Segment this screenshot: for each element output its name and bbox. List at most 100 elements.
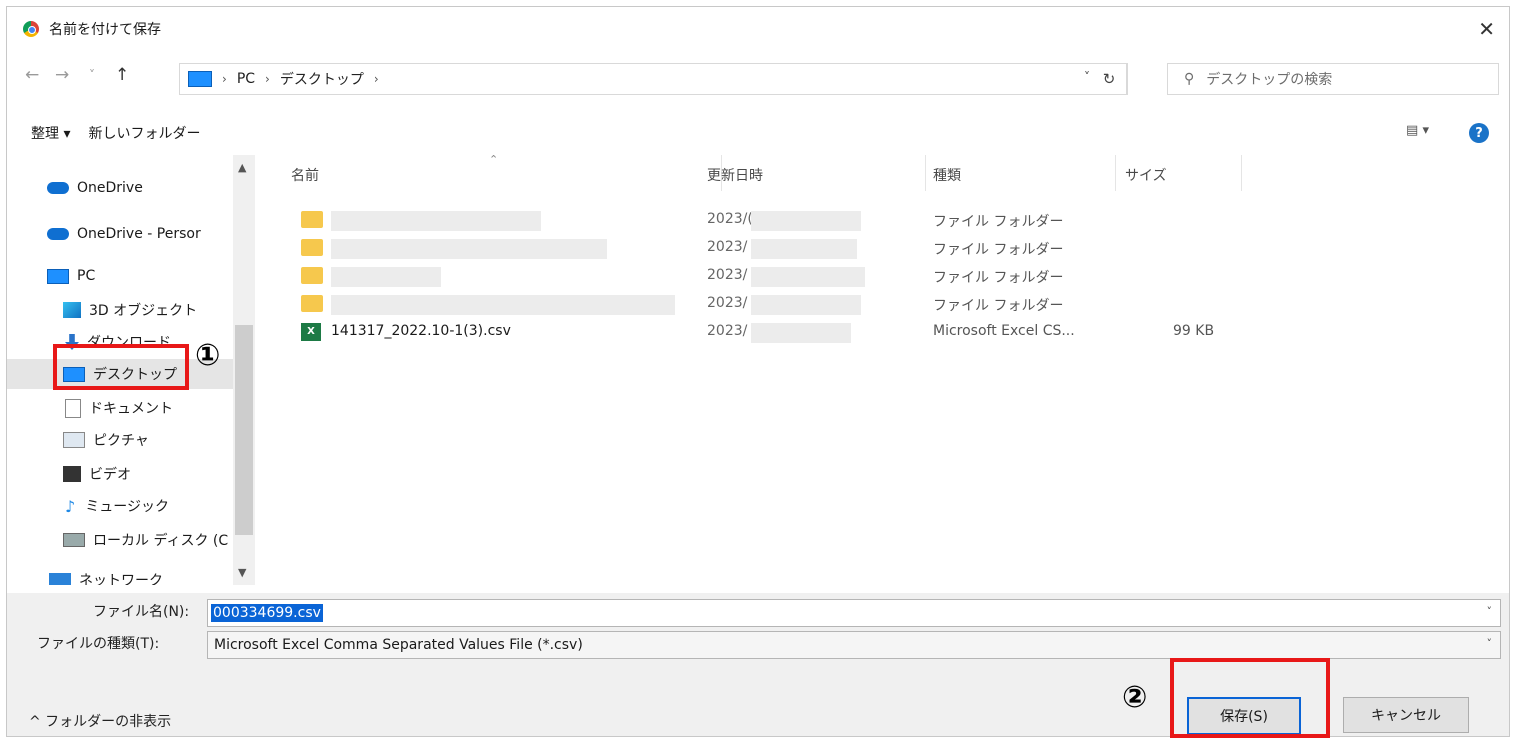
sidebar-item-label: ビデオ	[89, 467, 131, 483]
search-input[interactable]: デスクトップの検索	[1206, 69, 1332, 89]
chevron-up-icon[interactable]: ▲	[238, 161, 246, 174]
pc-icon	[188, 71, 212, 87]
sidebar-item-local-disk[interactable]: ローカル ディスク (C	[7, 525, 233, 555]
new-folder-button[interactable]: 新しいフォルダー	[88, 123, 200, 143]
filetype-value: Microsoft Excel Comma Separated Values F…	[214, 637, 583, 653]
row-type: ファイル フォルダー	[933, 242, 1064, 258]
table-row[interactable]: 2023/( ファイル フォルダー	[269, 207, 1469, 235]
annotation-highlight-desktop	[53, 344, 189, 390]
view-options-icon[interactable]: ▤ ▾	[1406, 123, 1429, 138]
breadcrumb-pc[interactable]: PC	[237, 71, 255, 87]
file-list: ⌃ 名前 更新日時 種類 サイズ 2023/( ファイル フォルダー 2023/…	[269, 153, 1507, 585]
column-header-modified[interactable]: 更新日時	[707, 165, 763, 185]
column-divider[interactable]	[1115, 155, 1116, 191]
folder-icon	[301, 211, 323, 228]
sidebar-item-label: ミュージック	[85, 499, 169, 515]
row-type: Microsoft Excel CS...	[933, 323, 1075, 339]
up-button[interactable]: ↑	[115, 65, 129, 85]
music-icon: ♪	[65, 496, 76, 516]
command-bar: 整理 ▾ 新しいフォルダー ▤ ▾ ?	[7, 119, 1509, 147]
navigation-scrollbar[interactable]: ▲ ▼	[233, 155, 255, 585]
sidebar-item-network[interactable]: ネットワーク	[7, 565, 233, 585]
chevron-down-icon[interactable]: ˅	[1487, 637, 1493, 650]
organize-menu[interactable]: 整理 ▾	[31, 123, 70, 143]
annotation-marker-2: ②	[1122, 680, 1148, 715]
close-button[interactable]: ✕	[1478, 17, 1495, 41]
address-bar[interactable]: › PC › デスクトップ › ˅	[179, 63, 1127, 95]
forward-button[interactable]: →	[55, 65, 69, 85]
chrome-icon	[23, 21, 39, 37]
breadcrumb-separator: ›	[222, 72, 227, 86]
filename-value: 000334699.csv	[211, 604, 323, 622]
title-bar: 名前を付けて保存 ✕	[7, 7, 1509, 51]
filetype-select[interactable]: Microsoft Excel Comma Separated Values F…	[207, 631, 1501, 659]
cancel-button[interactable]: キャンセル	[1343, 697, 1469, 733]
redacted-name	[331, 295, 675, 315]
sidebar-item-onedrive[interactable]: OneDrive	[7, 173, 233, 203]
table-row[interactable]: 2023/ ファイル フォルダー	[269, 235, 1469, 263]
redacted-name	[331, 239, 607, 259]
excel-csv-icon: X	[301, 323, 321, 341]
redacted-name	[331, 211, 541, 231]
sidebar-item-pictures[interactable]: ピクチャ	[7, 425, 233, 455]
column-divider[interactable]	[925, 155, 926, 191]
row-type: ファイル フォルダー	[933, 214, 1064, 230]
sidebar-item-label: ローカル ディスク (C	[93, 533, 229, 549]
table-row[interactable]: 2023/ ファイル フォルダー	[269, 263, 1469, 291]
search-box[interactable]: ⚲ デスクトップの検索	[1167, 63, 1499, 95]
breadcrumb-separator: ›	[373, 72, 379, 86]
row-type: ファイル フォルダー	[933, 298, 1064, 314]
scrollbar-thumb[interactable]	[235, 325, 253, 535]
sidebar-item-label: ピクチャ	[93, 433, 149, 449]
sidebar-item-videos[interactable]: ビデオ	[7, 459, 233, 489]
sidebar-item-label: ドキュメント	[89, 401, 173, 417]
dialog-title: 名前を付けて保存	[49, 22, 161, 38]
column-header-size[interactable]: サイズ	[1125, 165, 1167, 185]
filetype-label: ファイルの種類(T):	[37, 636, 160, 652]
filename-input[interactable]: 000334699.csv ˅	[207, 599, 1501, 627]
folder-icon	[301, 267, 323, 284]
row-date: 2023/	[707, 295, 748, 311]
redacted-date	[751, 295, 861, 315]
column-header-type[interactable]: 種類	[933, 165, 961, 185]
sidebar-item-pc[interactable]: PC	[7, 261, 233, 291]
picture-icon	[63, 432, 85, 448]
sidebar-item-label: 3D オブジェクト	[89, 303, 198, 319]
sidebar-item-music[interactable]: ♪ ミュージック	[7, 491, 233, 521]
refresh-icon: ↻	[1102, 70, 1116, 88]
breadcrumb-separator: ›	[265, 72, 270, 86]
table-row[interactable]: 2023/ ファイル フォルダー	[269, 291, 1469, 319]
video-icon	[63, 466, 81, 482]
chevron-down-icon[interactable]: ▼	[238, 566, 246, 579]
search-icon: ⚲	[1184, 71, 1195, 87]
filename-label: ファイル名(N):	[93, 604, 190, 620]
sidebar-item-documents[interactable]: ドキュメント	[7, 393, 233, 423]
sidebar-item-3d-objects[interactable]: 3D オブジェクト	[7, 295, 233, 325]
sidebar-item-onedrive-personal[interactable]: OneDrive - Persor	[7, 219, 233, 249]
chevron-down-icon[interactable]: ˅	[1487, 605, 1493, 618]
breadcrumb-desktop[interactable]: デスクトップ	[280, 69, 364, 89]
disk-icon	[63, 533, 85, 547]
hide-folders-toggle[interactable]: ^ フォルダーの非表示	[29, 711, 171, 731]
row-date: 2023/	[707, 267, 748, 283]
redacted-date	[751, 323, 851, 343]
table-row[interactable]: X 141317_2022.10-1(3).csv 2023/ Microsof…	[269, 319, 1469, 347]
cube-icon	[63, 302, 81, 318]
row-date: 2023/	[707, 323, 748, 339]
address-dropdown-icon[interactable]: ˅	[1084, 70, 1090, 84]
redacted-date	[751, 239, 857, 259]
column-divider[interactable]	[1241, 155, 1242, 191]
back-button[interactable]: ←	[25, 65, 39, 85]
cloud-icon	[47, 228, 69, 240]
row-filename: 141317_2022.10-1(3).csv	[331, 323, 511, 339]
column-header-name[interactable]: 名前	[291, 165, 319, 185]
help-icon[interactable]: ?	[1469, 123, 1489, 143]
navigation-bar: ← → ˅ ↑ › PC › デスクトップ › ˅ ↻ ⚲ デスクトップの検索	[7, 59, 1509, 97]
folder-icon	[301, 295, 323, 312]
refresh-button[interactable]: ↻	[1091, 63, 1128, 95]
cancel-button-label: キャンセル	[1371, 708, 1441, 724]
redacted-date	[751, 211, 861, 231]
recent-locations-button[interactable]: ˅	[89, 68, 95, 82]
annotation-highlight-save	[1170, 658, 1330, 738]
row-date: 2023/(	[707, 211, 753, 227]
